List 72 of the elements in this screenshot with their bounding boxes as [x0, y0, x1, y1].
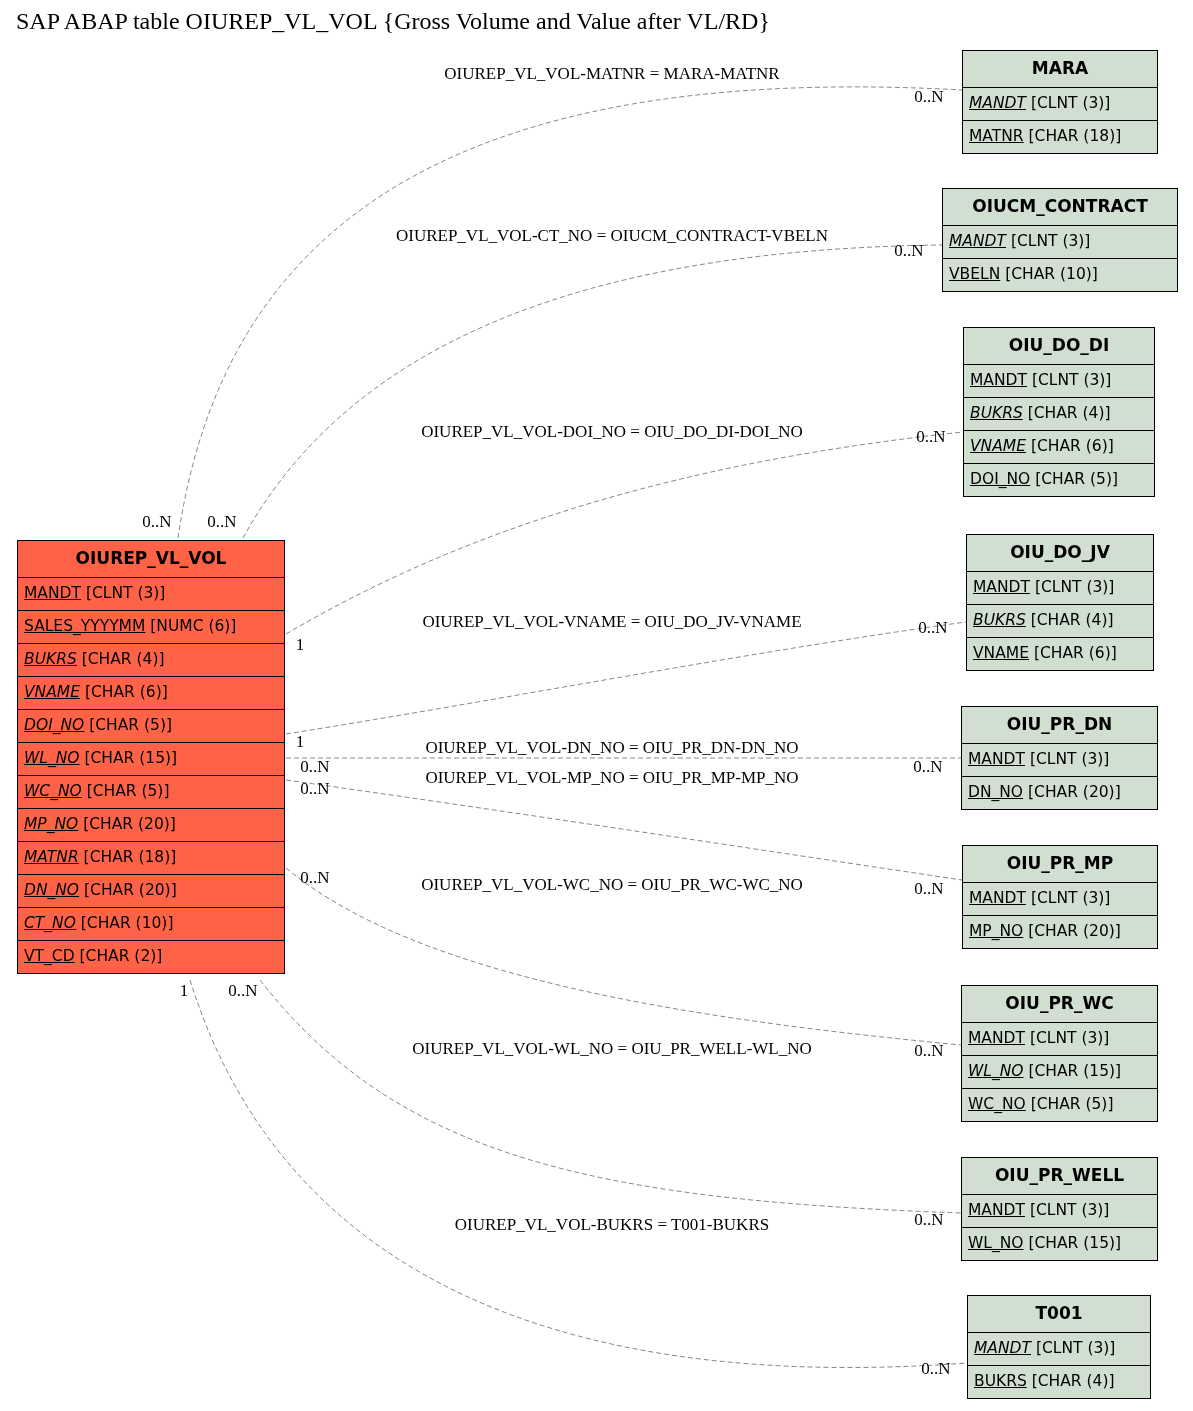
cardinality-label: 1: [295, 732, 305, 752]
table-field: MP_NO [CHAR (20)]: [18, 809, 284, 842]
relation-label: OIUREP_VL_VOL-CT_NO = OIUCM_CONTRACT-VBELN: [395, 226, 829, 246]
cardinality-label: 0..N: [913, 757, 943, 777]
cardinality-label: 0..N: [918, 618, 948, 638]
relation-label: OIUREP_VL_VOL-WC_NO = OIU_PR_WC-WC_NO: [421, 875, 803, 895]
table-field: DN_NO [CHAR (20)]: [962, 777, 1157, 809]
cardinality-label: 1: [179, 981, 189, 1001]
table-field: VT_CD [CHAR (2)]: [18, 941, 284, 973]
cardinality-label: 0..N: [914, 1041, 944, 1061]
table-field: MANDT [CLNT (3)]: [968, 1333, 1150, 1366]
table-field: MANDT [CLNT (3)]: [963, 88, 1157, 121]
relation-label: OIUREP_VL_VOL-DN_NO = OIU_PR_DN-DN_NO: [425, 738, 799, 758]
table-name: OIU_PR_MP: [963, 846, 1157, 883]
table-field: WC_NO [CHAR (5)]: [962, 1089, 1157, 1121]
table-name: OIU_PR_DN: [962, 707, 1157, 744]
relation-label: OIUREP_VL_VOL-MP_NO = OIU_PR_MP-MP_NO: [425, 768, 799, 788]
table-field: BUKRS [CHAR (4)]: [967, 605, 1153, 638]
cardinality-label: 0..N: [914, 879, 944, 899]
table-field: CT_NO [CHAR (10)]: [18, 908, 284, 941]
diagram-title: SAP ABAP table OIUREP_VL_VOL {Gross Volume and Value after VL/RD}: [16, 8, 770, 35]
table-field: DOI_NO [CHAR (5)]: [18, 710, 284, 743]
table-field: MANDT [CLNT (3)]: [962, 1195, 1157, 1228]
table-field: MANDT [CLNT (3)]: [963, 883, 1157, 916]
table-field: MANDT [CLNT (3)]: [962, 1023, 1157, 1056]
table-field: SALES_YYYYMM [NUMC (6)]: [18, 611, 284, 644]
table-field: MP_NO [CHAR (20)]: [963, 916, 1157, 948]
table-field: MANDT [CLNT (3)]: [943, 226, 1177, 259]
table-name: OIUREP_VL_VOL: [18, 541, 284, 578]
table-field: WL_NO [CHAR (15)]: [18, 743, 284, 776]
table-field: MATNR [CHAR (18)]: [963, 121, 1157, 153]
table-name: T001: [968, 1296, 1150, 1333]
table-field: BUKRS [CHAR (4)]: [964, 398, 1154, 431]
relation-label: OIUREP_VL_VOL-WL_NO = OIU_PR_WELL-WL_NO: [412, 1039, 812, 1059]
cardinality-label: 0..N: [300, 779, 330, 799]
cardinality-label: 0..N: [207, 512, 237, 532]
table-field: WL_NO [CHAR (15)]: [962, 1228, 1157, 1260]
table-field: WC_NO [CHAR (5)]: [18, 776, 284, 809]
cardinality-label: 0..N: [142, 512, 172, 532]
table-field: VBELN [CHAR (10)]: [943, 259, 1177, 291]
table-field: MANDT [CLNT (3)]: [962, 744, 1157, 777]
cardinality-label: 0..N: [914, 87, 944, 107]
table-field: WL_NO [CHAR (15)]: [962, 1056, 1157, 1089]
relation-label: OIUREP_VL_VOL-VNAME = OIU_DO_JV-VNAME: [422, 612, 802, 632]
table-name: OIU_DO_DI: [964, 328, 1154, 365]
table-name: OIUCM_CONTRACT: [943, 189, 1177, 226]
cardinality-label: 1: [295, 635, 305, 655]
cardinality-label: 0..N: [916, 427, 946, 447]
relation-label: OIUREP_VL_VOL-DOI_NO = OIU_DO_DI-DOI_NO: [421, 422, 803, 442]
table-name: MARA: [963, 51, 1157, 88]
cardinality-label: 0..N: [300, 868, 330, 888]
table-field: VNAME [CHAR (6)]: [967, 638, 1153, 670]
relation-label: OIUREP_VL_VOL-BUKRS = T001-BUKRS: [454, 1215, 770, 1235]
cardinality-label: 0..N: [300, 757, 330, 777]
table-field: VNAME [CHAR (6)]: [18, 677, 284, 710]
cardinality-label: 0..N: [914, 1210, 944, 1230]
table-field: DOI_NO [CHAR (5)]: [964, 464, 1154, 496]
table-name: OIU_PR_WELL: [962, 1158, 1157, 1195]
table-field: BUKRS [CHAR (4)]: [968, 1366, 1150, 1398]
cardinality-label: 0..N: [921, 1359, 951, 1379]
table-field: BUKRS [CHAR (4)]: [18, 644, 284, 677]
table-field: VNAME [CHAR (6)]: [964, 431, 1154, 464]
table-field: MANDT [CLNT (3)]: [967, 572, 1153, 605]
cardinality-label: 0..N: [228, 981, 258, 1001]
table-field: MATNR [CHAR (18)]: [18, 842, 284, 875]
relation-label: OIUREP_VL_VOL-MATNR = MARA-MATNR: [444, 64, 780, 84]
table-name: OIU_DO_JV: [967, 535, 1153, 572]
table-name: OIU_PR_WC: [962, 986, 1157, 1023]
table-field: MANDT [CLNT (3)]: [18, 578, 284, 611]
cardinality-label: 0..N: [894, 241, 924, 261]
table-field: MANDT [CLNT (3)]: [964, 365, 1154, 398]
table-field: DN_NO [CHAR (20)]: [18, 875, 284, 908]
